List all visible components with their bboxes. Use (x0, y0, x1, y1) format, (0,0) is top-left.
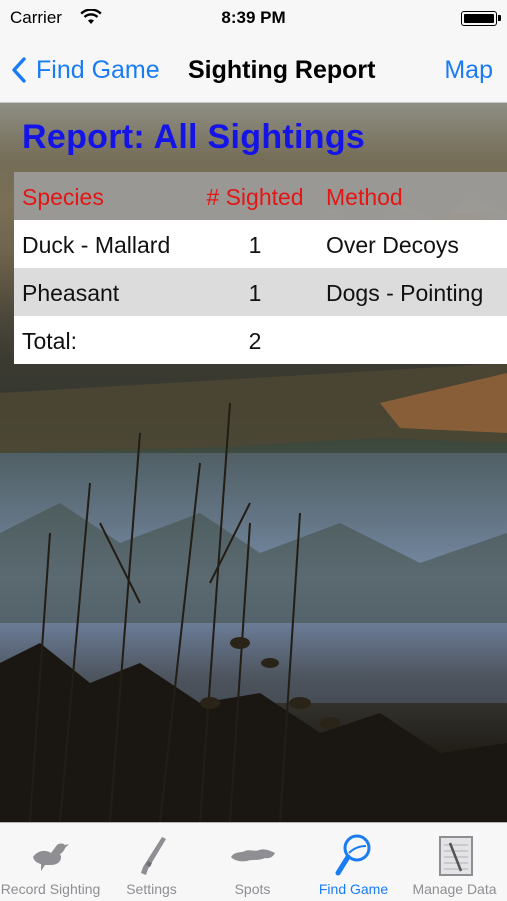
count-cell: 1 (248, 280, 262, 306)
table-row: Duck - Mallard 1 Over Decoys (14, 220, 507, 268)
tab-label: Spots (234, 881, 271, 897)
battery-icon (461, 11, 497, 26)
tab-settings[interactable]: Settings (101, 823, 202, 901)
table-row: Pheasant 1 Dogs - Pointing (14, 268, 507, 316)
tab-label: Record Sighting (0, 881, 101, 897)
total-value: 2 (248, 328, 262, 354)
column-header-species: Species (22, 184, 104, 210)
tab-label: Find Game (318, 881, 389, 897)
tab-label: Settings (126, 881, 177, 897)
back-button-label: Find Game (36, 55, 160, 84)
tab-manage-data[interactable]: Manage Data (404, 823, 505, 901)
tab-bar: Record Sighting Settings Spots Find Game… (0, 822, 507, 901)
total-label: Total: (22, 328, 77, 354)
spots-icon (230, 849, 275, 862)
tab-find-game[interactable]: Find Game (303, 823, 404, 901)
table-header-row: Species # Sighted Method (14, 172, 507, 220)
navigation-bar: Find Game Sighting Report Map (0, 36, 507, 103)
column-header-sighted: # Sighted (206, 184, 304, 210)
column-header-method: Method (326, 184, 403, 210)
status-time: 8:39 PM (221, 8, 286, 27)
magnifier-icon (335, 834, 370, 876)
map-button[interactable]: Map (444, 56, 493, 85)
tab-spots[interactable]: Spots (202, 823, 303, 901)
report-table: Species # Sighted Method Duck - Mallard … (14, 172, 507, 364)
tab-record-sighting[interactable]: Record Sighting (0, 823, 101, 901)
report-title: Report: All Sightings (22, 118, 366, 156)
count-cell: 1 (248, 232, 262, 258)
tab-label: Manage Data (412, 881, 497, 897)
species-cell: Pheasant (22, 280, 120, 306)
notepad-icon (438, 836, 473, 876)
battery-tip (498, 15, 501, 21)
method-cell: Dogs - Pointing (326, 280, 484, 306)
species-cell: Duck - Mallard (22, 232, 171, 258)
rifle-icon (140, 837, 166, 875)
chevron-left-icon (12, 57, 26, 83)
table-total-row: Total: 2 (14, 316, 507, 364)
page-title: Sighting Report (188, 56, 376, 84)
method-cell: Over Decoys (326, 232, 459, 258)
back-button[interactable]: Find Game (12, 52, 160, 88)
status-bar: Carrier 8:39 PM (0, 0, 507, 36)
duck-icon (32, 843, 69, 871)
